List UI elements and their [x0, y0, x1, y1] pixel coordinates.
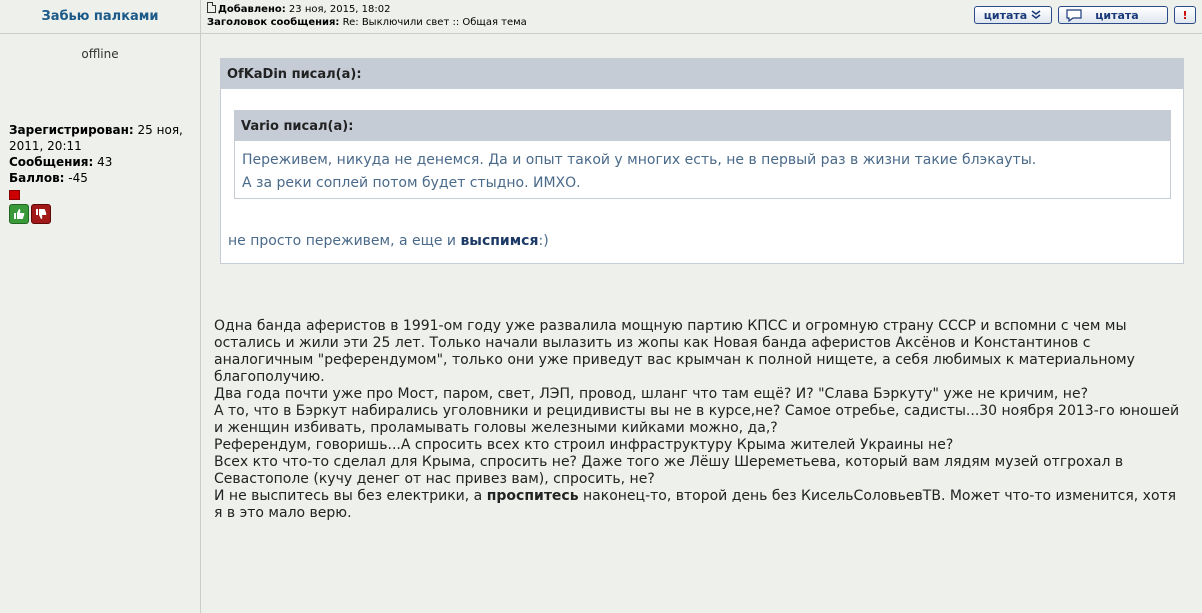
quote-inner-text: Переживем, никуда не денемся. Да и опыт … [235, 141, 1170, 203]
quote-button[interactable]: цитата [1058, 6, 1168, 24]
author-header: Забью палками [0, 0, 200, 34]
post-icon [207, 2, 216, 13]
score-label: Баллов: [9, 171, 65, 185]
messages-label: Сообщения: [9, 155, 94, 169]
post-panel: Добавлено: 23 ноя, 2015, 18:02 Заголовок… [201, 0, 1202, 613]
author-stats: Зарегистрирован: 25 ноя, 2011, 20:11 Соо… [9, 122, 197, 224]
quote-outer: OfKaDin писал(а): Vario писал(а): Пережи… [220, 58, 1184, 264]
added-label: Добавлено: [218, 4, 286, 15]
messages-value: 43 [97, 155, 113, 169]
quote-label: цитата [1095, 8, 1139, 22]
quote-inner-header: Vario писал(а): [235, 111, 1170, 141]
post-paragraph-5: Всех кто что-то сделал для Крыма, спроси… [214, 454, 1124, 487]
quote-inner-line-1: Переживем, никуда не денемся. Да и опыт … [242, 152, 1037, 168]
author-status: offline [81, 47, 119, 61]
quote-outer-text-bold: выспимся [460, 233, 539, 249]
quote-selected-label: цитата [983, 8, 1028, 22]
score-value: -45 [68, 171, 88, 185]
quote-inner-line-2: А за реки соплей потом будет стыдно. ИМХ… [242, 175, 581, 191]
quote-selected-button[interactable]: цитата [974, 6, 1052, 24]
post-header: Добавлено: 23 ноя, 2015, 18:02 Заголовок… [201, 0, 1202, 34]
post-body: Одна банда аферистов в 1991-ом году уже … [214, 318, 1184, 522]
post-paragraph-6-bold: проспитесь [486, 488, 579, 504]
speech-bubble-icon [1066, 9, 1082, 22]
post-paragraph-3: А то, что в Бэркут набирались уголовники… [214, 403, 1180, 436]
post-paragraph-2: Два года почти уже про Мост, паром, свет… [214, 386, 1089, 402]
subject-value: Re: Выключили свет :: Общая тема [342, 17, 527, 28]
flag-icon [9, 189, 20, 200]
author-panel: Забью палками offline Зарегистрирован: 2… [0, 0, 201, 613]
chevron-down-icon [1031, 10, 1041, 19]
post-meta: Добавлено: 23 ноя, 2015, 18:02 Заголовок… [207, 2, 527, 29]
quote-outer-text-post: :) [538, 233, 549, 249]
post-paragraph-6: И не выспитесь вы без електрики, а просп… [214, 488, 1184, 522]
report-button[interactable]: ! [1174, 6, 1196, 24]
thumbs-up-icon[interactable] [9, 204, 29, 224]
added-value: 23 ноя, 2015, 18:02 [288, 4, 391, 15]
quote-outer-text: не просто переживем, а еще и выспимся:) [228, 233, 549, 249]
forum-post: Забью палками offline Зарегистрирован: 2… [0, 0, 1202, 613]
post-paragraph-4: Референдум, говоришь...А спросить всех к… [214, 437, 954, 453]
post-paragraph-6-pre: И не выспитесь вы без електрики, а [214, 488, 487, 504]
quote-inner: Vario писал(а): Переживем, никуда не ден… [234, 110, 1171, 199]
subject-label: Заголовок сообщения: [207, 17, 340, 28]
thumbs-down-icon[interactable] [31, 204, 51, 224]
quote-outer-text-pre: не просто переживем, а еще и [228, 233, 461, 249]
registered-label: Зарегистрирован: [9, 123, 134, 137]
quote-outer-header: OfKaDin писал(а): [221, 59, 1183, 89]
author-username[interactable]: Забью палками [41, 9, 158, 24]
post-paragraph-1: Одна банда аферистов в 1991-ом году уже … [214, 318, 1135, 385]
post-actions: цитата цитата ! [974, 6, 1196, 24]
